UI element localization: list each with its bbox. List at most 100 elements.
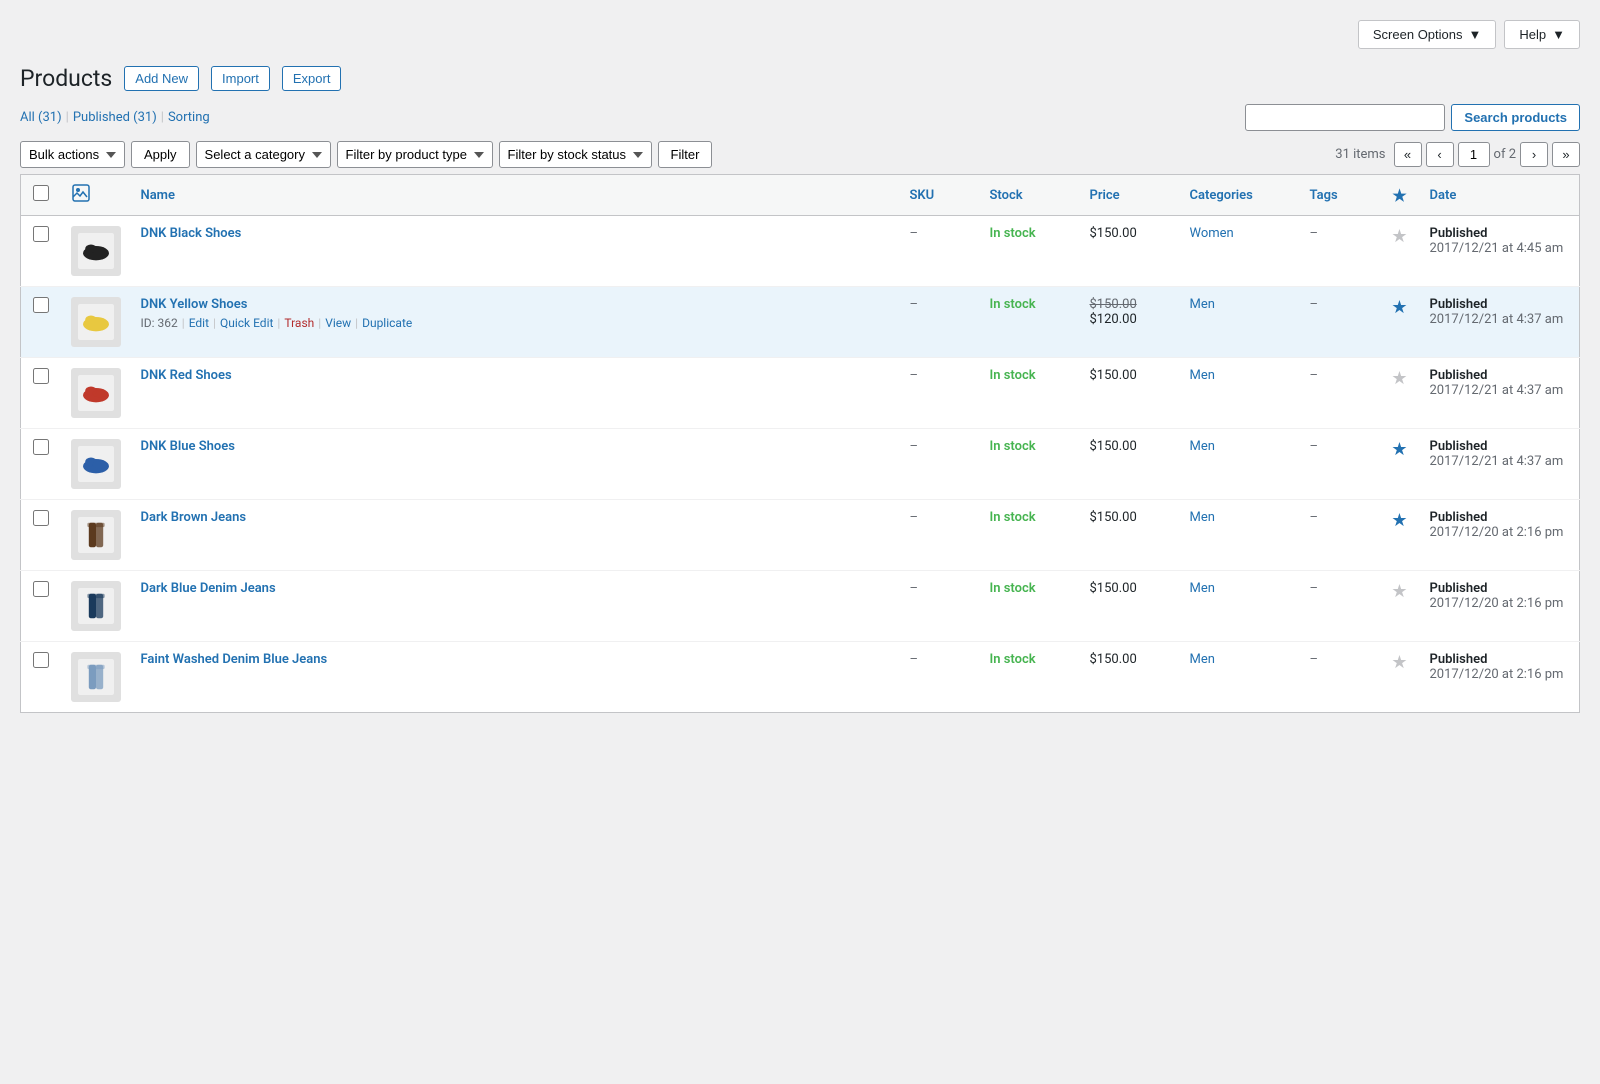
product-featured-cell: ★: [1380, 287, 1420, 358]
select-all-checkbox[interactable]: [33, 185, 49, 201]
price-value: $150.00: [1090, 439, 1137, 454]
product-name-link[interactable]: DNK Red Shoes: [141, 368, 232, 383]
row-checkbox[interactable]: [33, 439, 49, 455]
row-checkbox[interactable]: [33, 226, 49, 242]
product-name-link[interactable]: Dark Blue Denim Jeans: [141, 581, 276, 596]
th-tags[interactable]: Tags: [1300, 175, 1380, 216]
category-link[interactable]: Men: [1190, 368, 1215, 383]
all-link[interactable]: All (31): [20, 110, 62, 125]
prev-page-button[interactable]: ‹: [1426, 142, 1454, 167]
products-tbody: DNK Black Shoes – In stock $150.00 Women – ★ Pu…: [21, 216, 1580, 713]
featured-star-icon[interactable]: ★: [1391, 510, 1407, 531]
th-stock[interactable]: Stock: [980, 175, 1080, 216]
help-button[interactable]: Help ▼: [1504, 20, 1580, 49]
product-name-link[interactable]: Faint Washed Denim Blue Jeans: [141, 652, 328, 667]
stock-value: In stock: [990, 510, 1036, 525]
th-name[interactable]: Name: [131, 175, 900, 216]
filter-product-type-select[interactable]: Filter by product type: [337, 141, 493, 168]
featured-star-icon[interactable]: ★: [1391, 368, 1407, 389]
th-featured[interactable]: ★: [1380, 175, 1420, 216]
table-row: DNK Yellow Shoes ID: 362 | Edit | Quick …: [21, 287, 1580, 358]
search-products-button[interactable]: Search products: [1451, 104, 1580, 131]
export-button[interactable]: Export: [282, 66, 342, 91]
featured-star-icon[interactable]: ★: [1391, 226, 1407, 247]
row-checkbox-cell: [21, 358, 61, 429]
category-link[interactable]: Women: [1190, 226, 1234, 241]
select-category-select[interactable]: Select a category: [196, 141, 331, 168]
product-tags-cell: –: [1300, 500, 1380, 571]
product-name-cell: DNK Blue Shoes: [131, 429, 900, 500]
edit-link[interactable]: Edit: [189, 316, 209, 330]
row-checkbox-cell: [21, 216, 61, 287]
date-status: Published: [1430, 510, 1570, 525]
first-page-button[interactable]: «: [1394, 142, 1422, 167]
category-link[interactable]: Men: [1190, 581, 1215, 596]
row-checkbox[interactable]: [33, 297, 49, 313]
published-link[interactable]: Published (31): [73, 110, 157, 125]
all-count: (31): [38, 110, 62, 125]
product-date-cell: Published2017/12/21 at 4:37 am: [1420, 287, 1580, 358]
tags-value: –: [1310, 368, 1319, 383]
sorting-link[interactable]: Sorting: [168, 110, 210, 125]
product-stock-cell: In stock: [980, 429, 1080, 500]
import-button[interactable]: Import: [211, 66, 270, 91]
category-link[interactable]: Men: [1190, 297, 1215, 312]
featured-star-icon[interactable]: ★: [1391, 652, 1407, 673]
product-thumbnail: [71, 226, 121, 276]
toolbar: Bulk actions Apply Select a category Fil…: [20, 141, 1580, 168]
category-link[interactable]: Men: [1190, 510, 1215, 525]
table-row: Dark Blue Denim Jeans–In stock$150.00Men…: [21, 571, 1580, 642]
category-link[interactable]: Men: [1190, 652, 1215, 667]
stock-value: In stock: [990, 652, 1036, 667]
product-thumbnail-cell: [61, 358, 131, 429]
product-date-cell: Published2017/12/20 at 2:16 pm: [1420, 571, 1580, 642]
filter-stock-status-select[interactable]: Filter by stock status: [499, 141, 652, 168]
featured-star-icon[interactable]: ★: [1391, 439, 1407, 460]
row-checkbox[interactable]: [33, 652, 49, 668]
featured-star-icon[interactable]: ★: [1391, 581, 1407, 602]
featured-star-icon[interactable]: ★: [1391, 297, 1407, 318]
table-row: DNK Blue Shoes–In stock$150.00Men–★Publi…: [21, 429, 1580, 500]
date-value: 2017/12/21 at 4:45 am: [1430, 241, 1564, 256]
row-checkbox[interactable]: [33, 368, 49, 384]
product-name-link[interactable]: DNK Blue Shoes: [141, 439, 235, 454]
next-page-button[interactable]: ›: [1520, 142, 1548, 167]
product-date-cell: Published2017/12/20 at 2:16 pm: [1420, 642, 1580, 713]
sku-value: –: [910, 652, 919, 667]
th-date[interactable]: Date: [1420, 175, 1580, 216]
view-link[interactable]: View: [325, 316, 351, 330]
product-name-link[interactable]: Dark Brown Jeans: [141, 510, 247, 525]
th-sku[interactable]: SKU: [900, 175, 980, 216]
quick-edit-link[interactable]: Quick Edit: [220, 316, 273, 330]
category-link[interactable]: Men: [1190, 439, 1215, 454]
tags-value: –: [1310, 510, 1319, 525]
add-new-button[interactable]: Add New: [124, 66, 199, 91]
stock-value: In stock: [990, 439, 1036, 454]
screen-options-button[interactable]: Screen Options ▼: [1358, 20, 1496, 49]
product-name-link[interactable]: DNK Yellow Shoes: [141, 297, 248, 312]
th-price[interactable]: Price: [1080, 175, 1180, 216]
product-name-cell: Dark Blue Denim Jeans: [131, 571, 900, 642]
last-page-button[interactable]: »: [1552, 142, 1580, 167]
product-categories-cell: Men: [1180, 358, 1300, 429]
bulk-actions-select[interactable]: Bulk actions: [20, 141, 125, 168]
sku-value: –: [910, 368, 919, 383]
stock-value: In stock: [990, 226, 1036, 241]
apply-button[interactable]: Apply: [131, 141, 190, 168]
th-categories[interactable]: Categories: [1180, 175, 1300, 216]
product-price-cell: $150.00: [1080, 358, 1180, 429]
product-thumbnail: [71, 510, 121, 560]
tags-value: –: [1310, 297, 1319, 312]
product-name-link[interactable]: DNK Black Shoes: [141, 226, 242, 241]
date-status: Published: [1430, 652, 1570, 667]
help-label: Help: [1519, 27, 1546, 42]
search-input[interactable]: [1245, 104, 1445, 131]
filter-button[interactable]: Filter: [658, 141, 713, 168]
row-checkbox[interactable]: [33, 510, 49, 526]
page-number-input[interactable]: [1458, 142, 1490, 167]
duplicate-link[interactable]: Duplicate: [362, 316, 412, 330]
trash-link[interactable]: Trash: [284, 316, 314, 330]
page-header: Products Add New Import Export: [20, 65, 1580, 92]
row-checkbox[interactable]: [33, 581, 49, 597]
screen-options-label: Screen Options: [1373, 27, 1463, 42]
